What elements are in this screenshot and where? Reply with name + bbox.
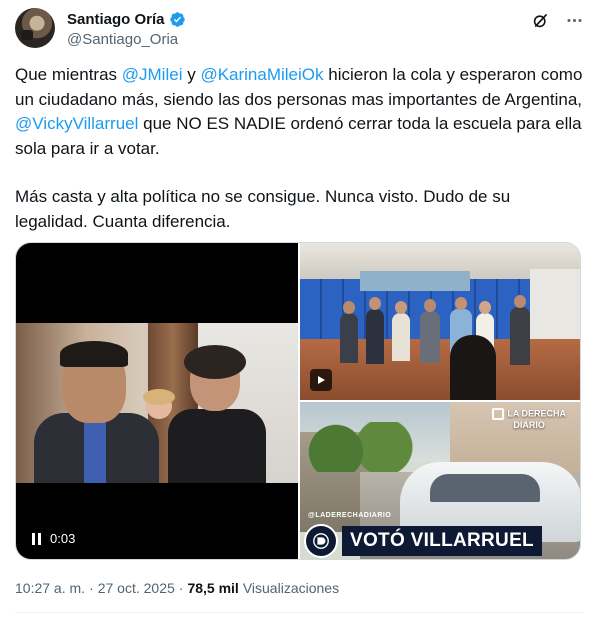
tweet-header: Santiago Oría @Santiago_Oria xyxy=(15,8,584,50)
logo-d-icon xyxy=(492,408,505,420)
news-logo: LA DERECHA DIARIO xyxy=(492,408,566,430)
avatar[interactable] xyxy=(15,8,55,48)
meta-separator: · xyxy=(89,580,94,596)
tweet: Santiago Oría @Santiago_Oria Que mientra… xyxy=(0,0,598,617)
video-frame xyxy=(16,323,298,483)
meta-separator: · xyxy=(178,580,184,596)
logo-line-2: DIARIO xyxy=(513,420,545,430)
views-count: 78,5 mil xyxy=(187,580,239,596)
more-icon[interactable] xyxy=(564,10,584,30)
media-image-2[interactable] xyxy=(300,243,580,400)
tweet-paragraph-1: Que mientras @JMilei y @KarinaMileiOk hi… xyxy=(15,63,585,161)
microphone-icon xyxy=(21,30,33,40)
mention-karinamileiok[interactable]: @KarinaMileiOk xyxy=(200,65,323,84)
channel-badge-icon xyxy=(304,524,338,558)
tweet-date[interactable]: 27 oct. 2025 xyxy=(98,580,175,596)
verified-badge-icon[interactable] xyxy=(169,11,186,28)
mention-jmilei[interactable]: @JMilei xyxy=(122,65,183,84)
news-banner: VOTÓ VILLARRUEL xyxy=(304,524,542,558)
text-segment: Que mientras xyxy=(15,65,122,84)
mention-vickyvillarruel[interactable]: @VickyVillarruel xyxy=(15,114,138,133)
views-label: Visualizaciones xyxy=(242,580,340,596)
media-grid: 0:03 LA DERECHA DIARIO @LADERECHADIARIO … xyxy=(15,242,581,560)
video-controls: 0:03 xyxy=(32,531,75,546)
news-ticker: @LADERECHADIARIO xyxy=(308,512,392,519)
play-icon[interactable] xyxy=(310,369,332,391)
tweet-time[interactable]: 10:27 a. m. xyxy=(15,580,85,596)
pause-icon[interactable] xyxy=(32,532,42,545)
author-name-row: Santiago Oría xyxy=(67,11,186,28)
header-actions xyxy=(530,10,584,30)
grok-icon[interactable] xyxy=(530,10,550,30)
author-handle[interactable]: @Santiago_Oria xyxy=(67,31,178,48)
video-player[interactable]: 0:03 xyxy=(16,243,298,559)
author-display-name[interactable]: Santiago Oría xyxy=(67,11,165,28)
divider xyxy=(15,612,584,613)
logo-line-1: LA DERECHA xyxy=(507,408,566,419)
video-timestamp: 0:03 xyxy=(50,531,76,546)
media-image-3[interactable]: LA DERECHA DIARIO @LADERECHADIARIO VOTÓ … xyxy=(300,402,580,559)
tweet-text: Que mientras @JMilei y @KarinaMileiOk hi… xyxy=(15,63,585,234)
tweet-meta: 10:27 a. m. · 27 oct. 2025 · 78,5 mil Vi… xyxy=(15,580,339,596)
banner-title: VOTÓ VILLARRUEL xyxy=(342,526,542,556)
tweet-paragraph-2: Más casta y alta política no se consigue… xyxy=(15,187,511,231)
text-segment: y xyxy=(182,65,201,84)
